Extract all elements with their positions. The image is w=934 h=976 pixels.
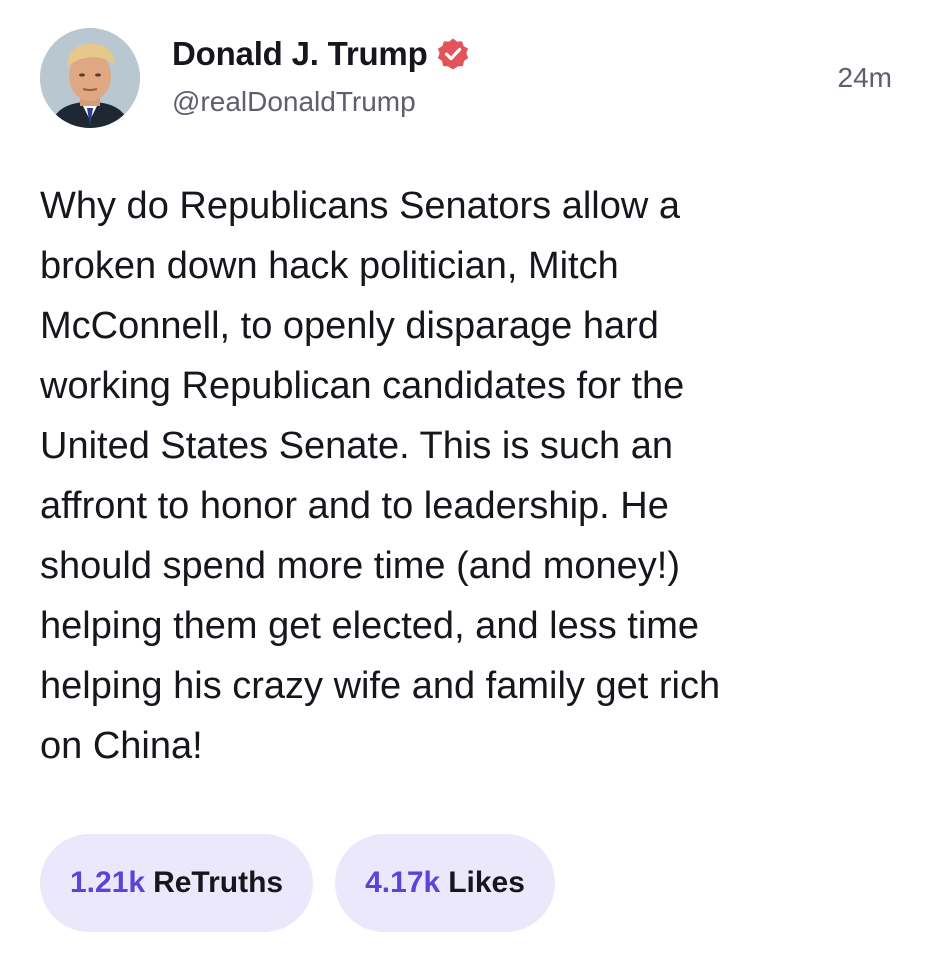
verified-badge-icon (436, 37, 470, 71)
avatar-image (40, 28, 140, 128)
retruths-label: ReTruths (153, 866, 284, 899)
retruths-button[interactable]: 1.21k ReTruths (40, 834, 314, 932)
likes-label: Likes (448, 866, 525, 899)
post-timestamp[interactable]: 24m (838, 62, 892, 94)
retruths-count: 1.21k (70, 866, 146, 899)
post-actions: 1.21k ReTruths 4.17k Likes (40, 834, 555, 932)
author-name-row: Donald J. Trump (172, 30, 470, 78)
author-handle[interactable]: @realDonaldTrump (172, 86, 470, 118)
truth-post: Donald J. Trump @realDonaldTrump 24m Why… (0, 0, 934, 976)
author-display-name[interactable]: Donald J. Trump (172, 35, 428, 73)
avatar[interactable] (40, 28, 140, 128)
author-block: Donald J. Trump @realDonaldTrump (172, 30, 470, 118)
likes-button[interactable]: 4.17k Likes (335, 834, 555, 932)
post-body-text: Why do Republicans Senators allow a brok… (40, 185, 721, 767)
likes-count: 4.17k (365, 866, 441, 899)
